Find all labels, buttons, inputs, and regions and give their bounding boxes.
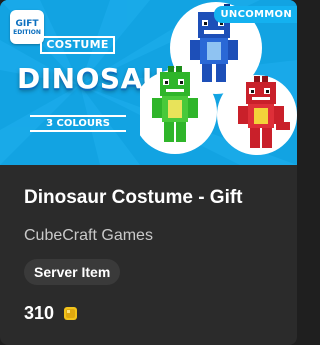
price-value: 310 (24, 303, 55, 323)
colours-label: 3 COLOURS (30, 115, 126, 132)
marketplace-item-card[interactable]: GIFT EDITION COSTUME DINOSAUR 3 COLOURS (0, 0, 297, 345)
minecoin-icon (64, 306, 78, 320)
gift-badge-bottom-text: EDITION (13, 28, 41, 36)
costume-label: COSTUME (40, 36, 115, 54)
rarity-badge: UNCOMMON (214, 6, 297, 23)
price: 310 (24, 302, 79, 324)
gift-badge-top-text: GIFT (15, 18, 39, 29)
item-title[interactable]: Dinosaur Costume - Gift (24, 186, 243, 210)
item-thumbnail: GIFT EDITION COSTUME DINOSAUR 3 COLOURS (0, 0, 297, 165)
creator-name[interactable]: CubeCraft Games (24, 226, 153, 246)
dinosaur-costumes-artwork (140, 2, 297, 155)
gift-edition-badge: GIFT EDITION (10, 10, 44, 44)
server-item-tag: Server Item (24, 259, 121, 285)
